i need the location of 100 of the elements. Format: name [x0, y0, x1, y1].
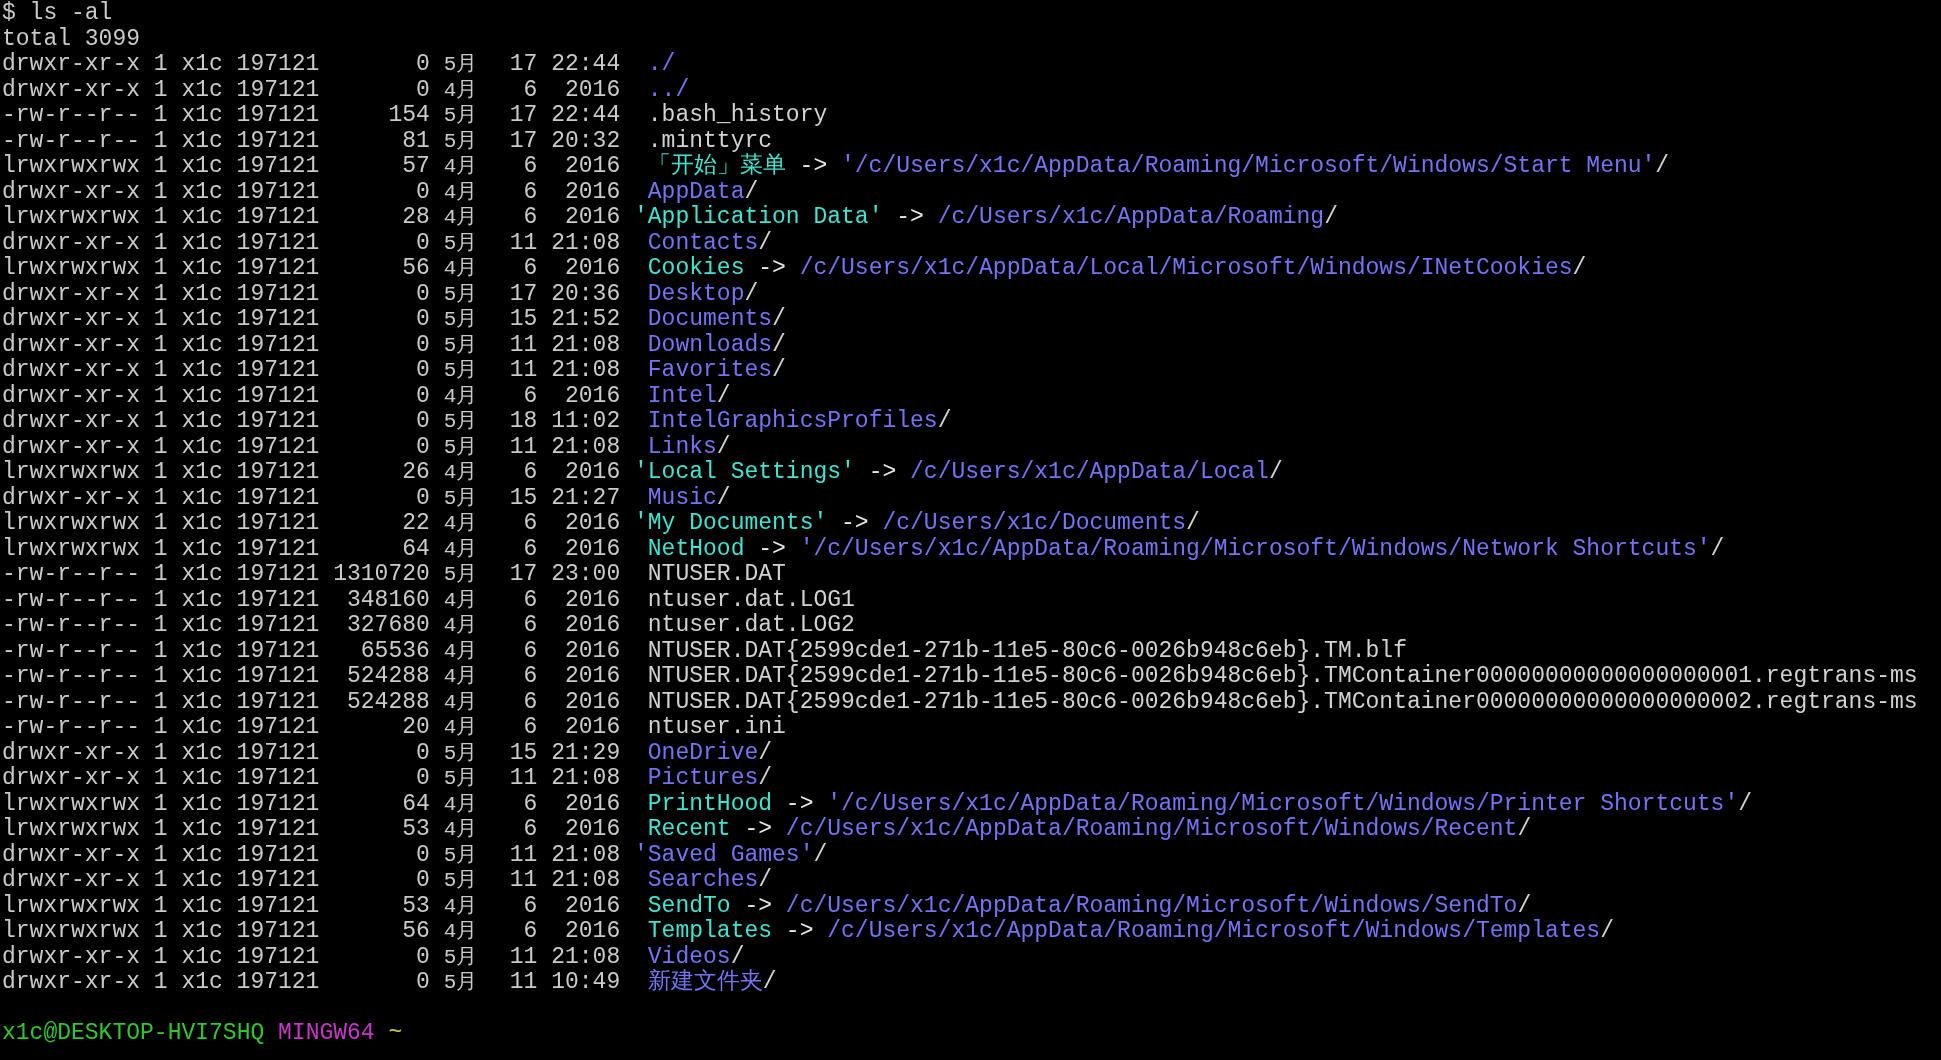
file-size: 0	[415, 77, 430, 103]
trailing-slash: /	[1324, 205, 1338, 231]
file-permissions: drwxr-xr-x	[2, 485, 142, 511]
modified-time: 2016	[564, 256, 621, 282]
file-size: 1310720	[332, 562, 430, 588]
link-target: /c/Users/x1c/AppData/Roaming/Microsoft/Windows/Recent	[785, 817, 1518, 843]
link-count: 1	[153, 383, 169, 409]
modified-day: 17	[487, 562, 538, 588]
modified-day: 15	[487, 740, 538, 766]
owner-name: x1c	[181, 944, 224, 970]
modified-time: 21:29	[550, 740, 621, 766]
modified-time: 2016	[564, 689, 621, 715]
modified-month: 4月	[443, 536, 479, 562]
modified-month: 4月	[443, 893, 479, 919]
link-count: 1	[153, 128, 169, 154]
file-permissions: -rw-r--r--	[2, 689, 142, 715]
modified-time: 21:08	[550, 868, 621, 894]
group-id: 197121	[236, 485, 320, 511]
trailing-slash: /	[758, 740, 773, 766]
command-text: ls -al	[29, 1, 113, 27]
modified-day: 17	[487, 128, 538, 154]
link-target: /c/Users/x1c/Documents	[882, 511, 1187, 537]
link-arrow: ->	[744, 893, 773, 919]
link-count: 1	[153, 970, 169, 996]
owner-name: x1c	[181, 358, 224, 384]
modified-time: 10:49	[550, 970, 621, 996]
link-count: 1	[153, 460, 169, 486]
file-permissions: lrwxrwxrwx	[2, 893, 142, 919]
modified-day: 6	[487, 587, 538, 613]
group-id: 197121	[236, 307, 320, 333]
modified-time: 20:32	[550, 128, 621, 154]
modified-day: 17	[487, 52, 538, 78]
modified-month: 4月	[443, 205, 479, 231]
modified-month: 5月	[443, 52, 479, 78]
modified-month: 4月	[443, 511, 479, 537]
trailing-slash: /	[716, 434, 731, 460]
modified-month: 5月	[443, 868, 479, 894]
file-name: NTUSER.DAT{2599cde1-271b-11e5-80c6-0026b948c6eb}.TMContainer00000000000000000002.regtrans-ms	[646, 689, 1918, 715]
group-id: 197121	[236, 740, 320, 766]
modified-time: 23:00	[550, 562, 621, 588]
link-target: /c/Users/x1c/AppData/Local/Microsoft/Windows/INetCookies	[799, 256, 1573, 282]
link-arrow: ->	[785, 791, 814, 817]
link-count: 1	[153, 77, 169, 103]
file-name: .minttyrc	[646, 128, 773, 154]
modified-time: 21:27	[550, 485, 621, 511]
trailing-slash: /	[716, 383, 731, 409]
modified-day: 6	[487, 715, 538, 741]
trailing-slash: /	[1268, 460, 1283, 486]
modified-month: 4月	[443, 664, 479, 690]
modified-month: 5月	[443, 230, 479, 256]
modified-day: 6	[487, 77, 538, 103]
modified-day: 11	[487, 944, 538, 970]
modified-month: 5月	[443, 485, 479, 511]
modified-day: 11	[487, 766, 538, 792]
file-name: Favorites	[646, 358, 773, 384]
trailing-slash: /	[758, 230, 773, 256]
file-permissions: -rw-r--r--	[2, 562, 142, 588]
group-id: 197121	[236, 638, 320, 664]
file-size: 64	[401, 791, 430, 817]
file-name: Links	[646, 434, 717, 460]
prompt-sign: $	[2, 1, 16, 27]
modified-month: 5月	[443, 409, 479, 435]
link-count: 1	[153, 817, 169, 843]
group-id: 197121	[236, 332, 320, 358]
modified-day: 15	[487, 307, 538, 333]
file-name: ntuser.ini	[646, 715, 786, 741]
link-arrow: ->	[841, 511, 869, 537]
owner-name: x1c	[181, 766, 224, 792]
group-id: 197121	[236, 256, 320, 282]
link-count: 1	[153, 179, 169, 205]
modified-day: 6	[487, 893, 538, 919]
modified-day: 11	[487, 332, 538, 358]
modified-day: 11	[487, 434, 538, 460]
owner-name: x1c	[181, 587, 224, 613]
file-name: ../	[646, 77, 690, 103]
file-permissions: -rw-r--r--	[2, 715, 142, 741]
group-id: 197121	[236, 664, 320, 690]
modified-day: 6	[487, 817, 538, 843]
file-permissions: drwxr-xr-x	[2, 970, 142, 996]
file-size: 53	[401, 817, 430, 843]
modified-time: 2016	[564, 77, 621, 103]
file-permissions: drwxr-xr-x	[2, 358, 142, 384]
file-size: 0	[415, 868, 430, 894]
link-count: 1	[153, 52, 169, 78]
file-size: 154	[387, 103, 430, 129]
modified-day: 11	[487, 358, 538, 384]
modified-month: 4月	[443, 154, 479, 180]
link-count: 1	[153, 434, 169, 460]
modified-day: 6	[487, 664, 538, 690]
group-id: 197121	[236, 128, 320, 154]
group-id: 197121	[236, 562, 320, 588]
group-id: 197121	[236, 587, 320, 613]
modified-month: 5月	[443, 842, 479, 868]
file-name: Recent	[646, 817, 731, 843]
group-id: 197121	[236, 52, 320, 78]
group-id: 197121	[236, 383, 320, 409]
file-name: Desktop	[646, 281, 745, 307]
group-id: 197121	[236, 868, 320, 894]
file-name: NTUSER.DAT	[646, 562, 786, 588]
file-permissions: -rw-r--r--	[2, 128, 142, 154]
